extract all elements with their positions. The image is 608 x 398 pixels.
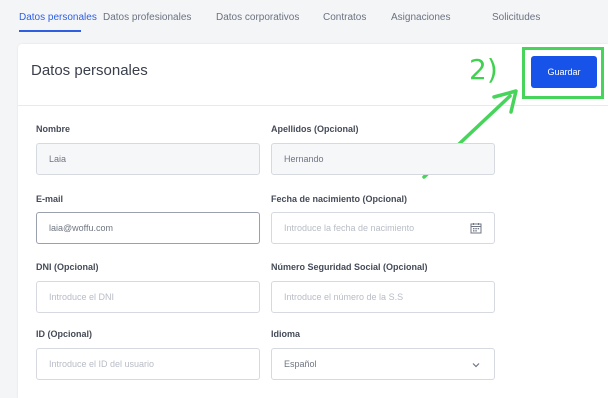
nombre-value: Laia [49, 154, 67, 164]
dni-field[interactable]: Introduce el DNI [36, 281, 260, 313]
fecha-label: Fecha de nacimiento (Opcional) [271, 194, 408, 204]
nombre-field[interactable]: Laia [36, 143, 260, 175]
idioma-label: Idioma [271, 329, 301, 339]
dni-label: DNI (Opcional) [36, 262, 99, 272]
language-select[interactable]: Español [271, 348, 495, 380]
user-id-placeholder: Introduce el ID del usuario [49, 359, 155, 369]
email-value: laia@woffu.com [49, 223, 113, 233]
apellidos-label: Apellidos (Opcional) [271, 124, 359, 134]
user-id-field[interactable]: Introduce el ID del usuario [36, 348, 260, 380]
apellidos-field[interactable]: Hernando [271, 143, 495, 175]
email-label: E-mail [36, 194, 64, 204]
chevron-down-icon [472, 363, 480, 368]
language-value: Español [284, 359, 317, 369]
nss-label: Número Seguridad Social (Opcional) [271, 262, 428, 272]
nss-field[interactable]: Introduce el número de la S.S [271, 281, 495, 313]
calendar-icon[interactable] [470, 222, 482, 234]
birthdate-placeholder: Introduce la fecha de nacimiento [284, 223, 415, 233]
apellidos-value: Hernando [284, 154, 324, 164]
birthdate-field[interactable]: Introduce la fecha de nacimiento [271, 212, 495, 244]
id-label: ID (Opcional) [36, 329, 92, 339]
nombre-label: Nombre [36, 124, 71, 134]
nss-placeholder: Introduce el número de la S.S [284, 292, 404, 302]
dni-placeholder: Introduce el DNI [49, 292, 115, 302]
email-field[interactable]: laia@woffu.com [36, 212, 260, 244]
